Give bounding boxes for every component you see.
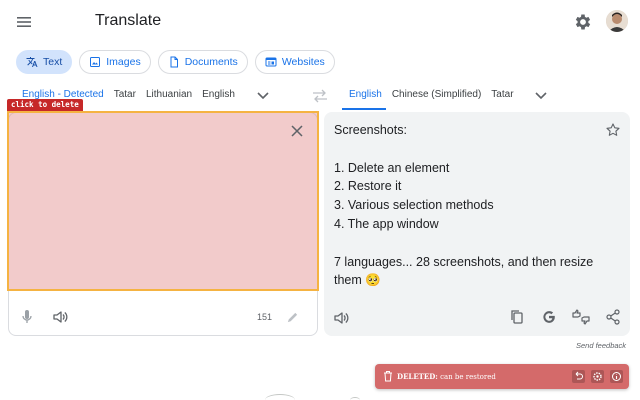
top-bar: Translate <box>0 0 640 44</box>
source-speaker-icon[interactable] <box>52 309 68 325</box>
user-avatar[interactable] <box>606 10 628 32</box>
clear-source-close-icon[interactable] <box>290 124 304 138</box>
toast-message: DELETED: can be restored <box>397 372 496 381</box>
rate-translation-icon[interactable] <box>572 309 590 325</box>
tab-websites-label: Websites <box>281 56 325 68</box>
target-language-bar: English Chinese (Simplified) Tatar <box>349 89 514 100</box>
app-title: Translate <box>95 12 162 29</box>
send-feedback-link[interactable]: Send feedback <box>576 341 626 350</box>
gear-icon <box>593 372 602 381</box>
target-lang-active-indicator <box>342 108 386 110</box>
swap-languages-icon[interactable] <box>312 89 328 103</box>
tab-images-label: Images <box>106 56 141 68</box>
toast-undo-button[interactable] <box>572 370 585 383</box>
target-lang-chinese[interactable]: Chinese (Simplified) <box>392 89 481 100</box>
pencil-icon <box>287 312 298 323</box>
trash-icon <box>384 371 392 382</box>
bottom-fab-edge <box>265 394 295 400</box>
target-lang-tatar[interactable]: Tatar <box>491 89 513 100</box>
image-icon <box>90 57 101 67</box>
share-icon[interactable] <box>606 309 620 325</box>
target-lang-english[interactable]: English <box>349 89 382 100</box>
toast-status: DELETED: <box>397 372 438 381</box>
tab-documents-label: Documents <box>184 56 238 68</box>
source-lang-tatar[interactable]: Tatar <box>114 89 136 100</box>
toast-detail: can be restored <box>440 373 496 381</box>
info-icon <box>612 372 621 381</box>
star-icon[interactable] <box>606 123 620 137</box>
translation-text: Screenshots: 1. Delete an element 2. Res… <box>334 123 594 288</box>
website-icon <box>265 57 277 67</box>
google-icon[interactable] <box>541 309 557 325</box>
tab-text-label: Text <box>43 56 63 68</box>
source-lang-lithuanian[interactable]: Lithuanian <box>146 89 192 100</box>
tab-text[interactable]: Text <box>16 50 73 74</box>
mode-tabs: Text Images Documents Websites <box>16 50 335 74</box>
click-to-delete-label[interactable]: click to delete <box>7 99 83 111</box>
tab-documents[interactable]: Documents <box>157 50 248 74</box>
undo-icon <box>575 371 583 380</box>
character-count: 151 <box>257 312 273 322</box>
translate-icon <box>26 57 38 67</box>
deleted-toast: DELETED: can be restored <box>375 364 629 389</box>
tab-images[interactable]: Images <box>79 50 151 74</box>
settings-gear-icon[interactable] <box>573 12 593 32</box>
target-chevron-down-icon[interactable] <box>534 90 548 102</box>
copy-icon[interactable] <box>510 309 524 325</box>
microphone-icon[interactable] <box>20 309 34 325</box>
delete-selection-overlay[interactable] <box>7 111 319 291</box>
hamburger-menu-icon[interactable] <box>14 12 34 32</box>
toast-settings-button[interactable] <box>591 370 604 383</box>
document-icon <box>170 56 178 68</box>
target-speaker-icon[interactable] <box>333 310 349 326</box>
tab-websites[interactable]: Websites <box>254 50 335 74</box>
toast-info-button[interactable] <box>610 370 623 383</box>
source-lang-english[interactable]: English <box>202 89 235 100</box>
source-chevron-down-icon[interactable] <box>256 90 270 102</box>
